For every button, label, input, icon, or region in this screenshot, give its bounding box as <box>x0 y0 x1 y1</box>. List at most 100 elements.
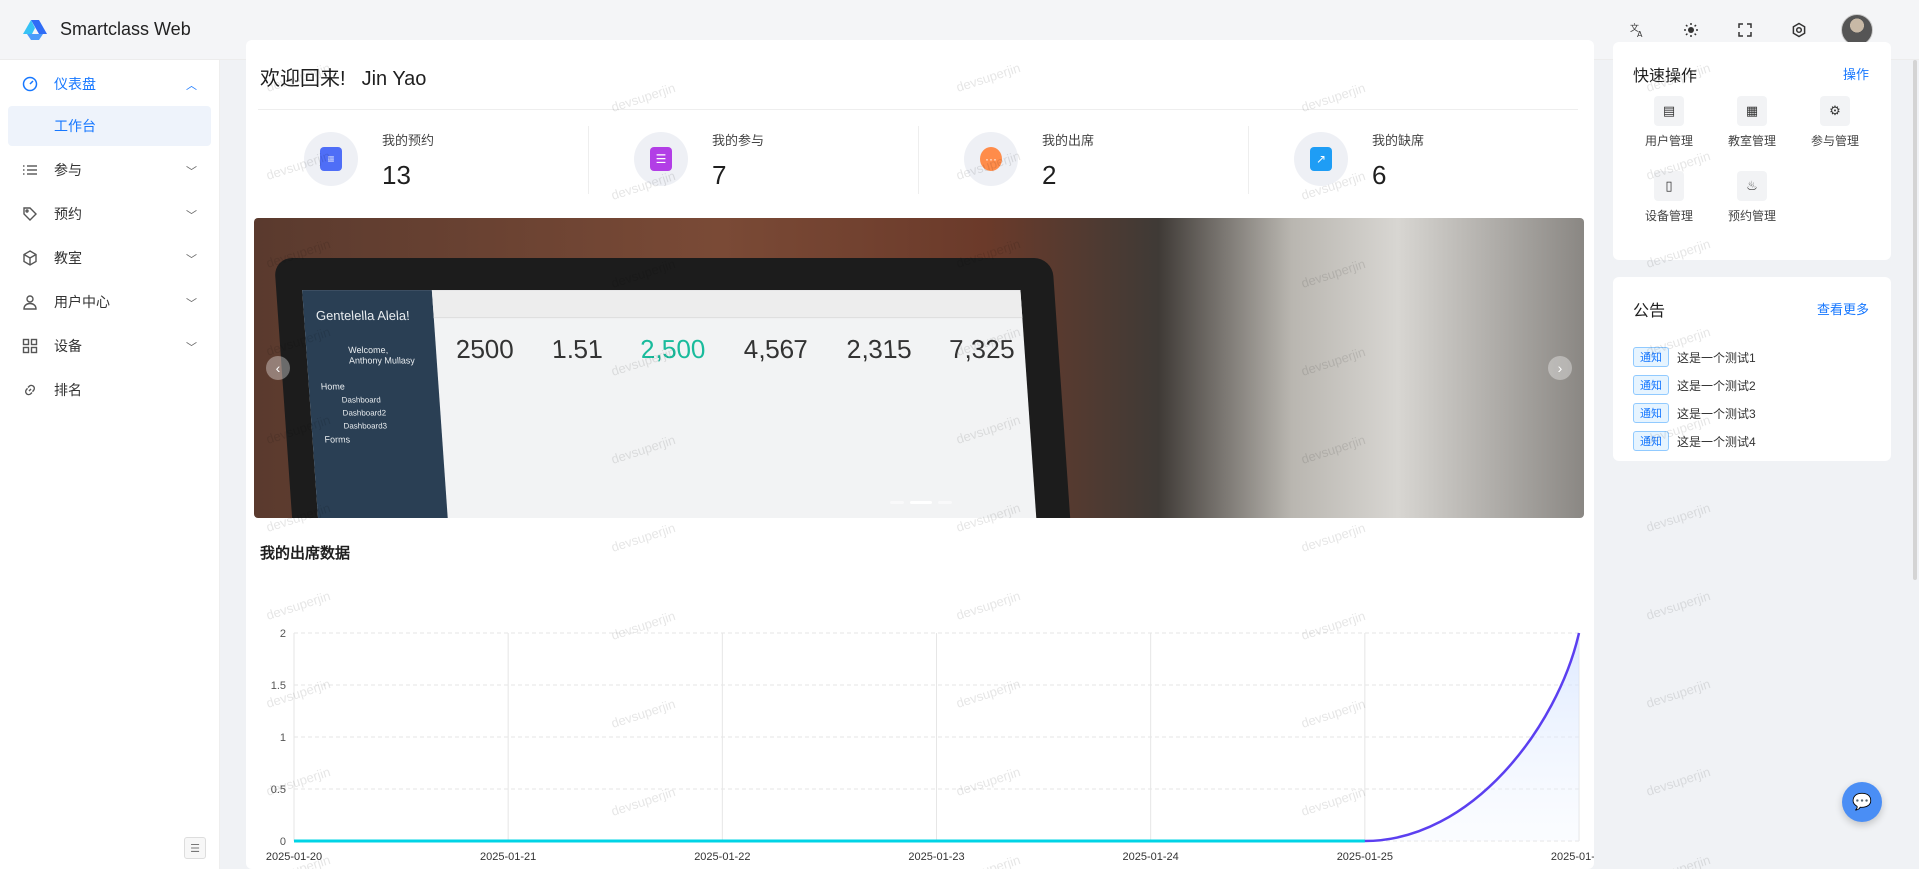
announcement-tag: 通知 <box>1633 431 1669 451</box>
settings-icon[interactable] <box>1787 18 1811 42</box>
quick-action-user-management[interactable]: ▤ 用户管理 <box>1629 96 1709 149</box>
y-tick-label: 1 <box>280 732 286 744</box>
sidebar-item-devices[interactable]: 设备 ﹀ <box>0 324 219 368</box>
stat-card-attendance[interactable]: ··· 我的出席 2 <box>918 110 1248 209</box>
chevron-right-icon: › <box>1557 360 1563 376</box>
chevron-down-icon: ﹀ <box>186 298 197 310</box>
attendance-chart: 0 0.5 1 1.5 2 2025-01-20 2025-01-21 2025-01-22 2… <box>266 628 1594 863</box>
sidebar-item-ranking[interactable]: 排名 <box>0 368 219 412</box>
absence-icon: ↗ <box>1294 132 1348 186</box>
stat-card-absence[interactable]: ↗ 我的缺席 6 <box>1248 110 1578 209</box>
sidebar-item-participation[interactable]: 参与 ﹀ <box>0 148 219 192</box>
x-tick-label: 2025-01-24 <box>1123 851 1179 863</box>
table-icon: ▦ <box>1737 96 1767 126</box>
announcement-item[interactable]: 通知 这是一个测试1 <box>1633 343 1756 371</box>
cube-icon <box>22 250 38 266</box>
stat-value: 7 <box>712 160 727 190</box>
reservation-icon: ≡ <box>304 132 358 186</box>
quick-action-label: 设备管理 <box>1644 209 1693 223</box>
sidebar: 仪表盘 ︿ 工作台 参与 ﹀ 预约 ﹀ 教室 ﹀ 用户中心 ﹀ 设备 ﹀ 排名 … <box>0 60 220 869</box>
stat-card-reservations[interactable]: ≡ 我的预约 13 <box>258 110 588 209</box>
chevron-down-icon: ﹀ <box>186 166 197 178</box>
stat-label: 我的出席 <box>1042 133 1095 148</box>
sidebar-subitem-workbench[interactable]: 工作台 <box>8 106 211 146</box>
svg-text:A: A <box>1637 30 1643 38</box>
sidebar-item-label: 预约 <box>54 206 82 222</box>
quick-action-label: 预约管理 <box>1727 209 1776 223</box>
carousel-next-button[interactable]: › <box>1548 356 1572 380</box>
x-tick-label: 2025-01-23 <box>908 851 964 863</box>
quick-action-reservation-management[interactable]: ♨ 预约管理 <box>1712 171 1792 224</box>
sidebar-item-classroom[interactable]: 教室 ﹀ <box>0 236 219 280</box>
announcement-item[interactable]: 通知 这是一个测试2 <box>1633 371 1756 399</box>
user-icon <box>22 294 38 310</box>
chevron-left-icon: ‹ <box>275 360 281 376</box>
fullscreen-icon[interactable] <box>1733 18 1757 42</box>
attendance-icon: ··· <box>964 132 1018 186</box>
banner-kpi: 2,315 <box>845 334 913 365</box>
main-content: 欢迎回来! Jin Yao ≡ 我的预约 13 ☰ 我的参与 7 ··· 我的出席… <box>246 40 1594 869</box>
quick-action-device-management[interactable]: ▯ 设备管理 <box>1629 171 1709 224</box>
gear-icon: ⚙ <box>1820 96 1850 126</box>
stat-card-participation[interactable]: ☰ 我的参与 7 <box>588 110 918 209</box>
logo-icon <box>22 18 48 40</box>
carousel-dot[interactable] <box>890 501 904 504</box>
chevron-down-icon: ﹀ <box>186 342 197 354</box>
announcement-item[interactable]: 通知 这是一个测试4 <box>1633 427 1756 455</box>
announcement-text: 这是一个测试3 <box>1677 406 1756 421</box>
link-icon <box>22 382 38 398</box>
calculator-icon: ▯ <box>1654 171 1684 201</box>
chevron-down-icon: ﹀ <box>186 254 197 266</box>
chat-icon: 💬 <box>1852 794 1872 811</box>
banner-screen-user: Anthony Mullasy <box>348 355 416 366</box>
banner-kpi: 1.51 <box>550 334 604 365</box>
announcement-text: 这是一个测试1 <box>1677 350 1756 365</box>
banner-carousel[interactable]: Gentelella Alela! Welcome, Anthony Mulla… <box>254 218 1584 518</box>
quick-action-participation-management[interactable]: ⚙ 参与管理 <box>1795 96 1875 149</box>
welcome-message: 欢迎回来! Jin Yao <box>260 62 426 91</box>
announcement-item[interactable]: 通知 这是一个测试3 <box>1633 399 1756 427</box>
banner-screen-nav-item: Home <box>320 381 346 392</box>
carousel-dot[interactable] <box>910 501 932 504</box>
announcement-tag: 通知 <box>1633 403 1669 423</box>
quick-actions-card: 快速操作 操作 ▤ 用户管理 ▦ 教室管理 ⚙ 参与管理 ▯ 设备管理 ♨ 预约… <box>1613 42 1891 260</box>
watermark-text: devsuperjin <box>1644 676 1713 711</box>
banner-laptop-image: Gentelella Alela! Welcome, Anthony Mulla… <box>274 258 1074 518</box>
chat-button[interactable]: 💬 <box>1842 782 1882 822</box>
sidebar-item-label: 设备 <box>54 338 82 354</box>
welcome-greeting: 欢迎回来! <box>260 68 346 90</box>
watermark-text: devsuperjin <box>1644 764 1713 799</box>
sidebar-item-dashboard[interactable]: 仪表盘 ︿ <box>0 62 219 106</box>
banner-screen-nav-item: Dashboard <box>341 395 382 405</box>
announcements-card: 公告 查看更多 通知 这是一个测试1 通知 这是一个测试2 通知 这是一个测试3 通知… <box>1613 277 1891 461</box>
participation-icon: ☰ <box>634 132 688 186</box>
translate-icon[interactable]: 文A <box>1625 18 1649 42</box>
sidebar-item-label: 仪表盘 <box>54 76 96 92</box>
quick-actions-title: 快速操作 <box>1633 68 1698 85</box>
sidebar-collapse-button[interactable]: ☰ <box>184 837 206 859</box>
sidebar-item-reservation[interactable]: 预约 ﹀ <box>0 192 219 236</box>
page-scrollbar[interactable] <box>1913 60 1917 580</box>
stat-value: 13 <box>382 160 411 190</box>
x-tick-label: 2025-01-22 <box>694 851 750 863</box>
announcements-more-link[interactable]: 查看更多 <box>1817 299 1869 318</box>
stat-value: 6 <box>1372 160 1387 190</box>
quick-action-label: 用户管理 <box>1644 134 1693 148</box>
quick-action-classroom-management[interactable]: ▦ 教室管理 <box>1712 96 1792 149</box>
y-tick-label: 0 <box>280 836 286 848</box>
sidebar-item-user-center[interactable]: 用户中心 ﹀ <box>0 280 219 324</box>
theme-sun-icon[interactable] <box>1679 18 1703 42</box>
banner-screen-welcome: Welcome, <box>347 345 389 356</box>
grid-icon <box>22 338 38 354</box>
stat-label: 我的缺席 <box>1372 133 1425 148</box>
collapse-icon: ☰ <box>190 842 200 855</box>
banner-screen-nav-item: Forms <box>324 434 351 445</box>
chevron-up-icon: ︿ <box>186 80 197 92</box>
x-tick-label: 2025-01-20 <box>266 851 322 863</box>
app-logo[interactable]: Smartclass Web <box>22 18 191 40</box>
carousel-dot[interactable] <box>938 501 952 504</box>
quick-actions-link[interactable]: 操作 <box>1843 64 1869 83</box>
carousel-prev-button[interactable]: ‹ <box>266 356 290 380</box>
watermark-text: devsuperjin <box>1644 588 1713 623</box>
x-tick-label: 2025-01-25 <box>1337 851 1393 863</box>
